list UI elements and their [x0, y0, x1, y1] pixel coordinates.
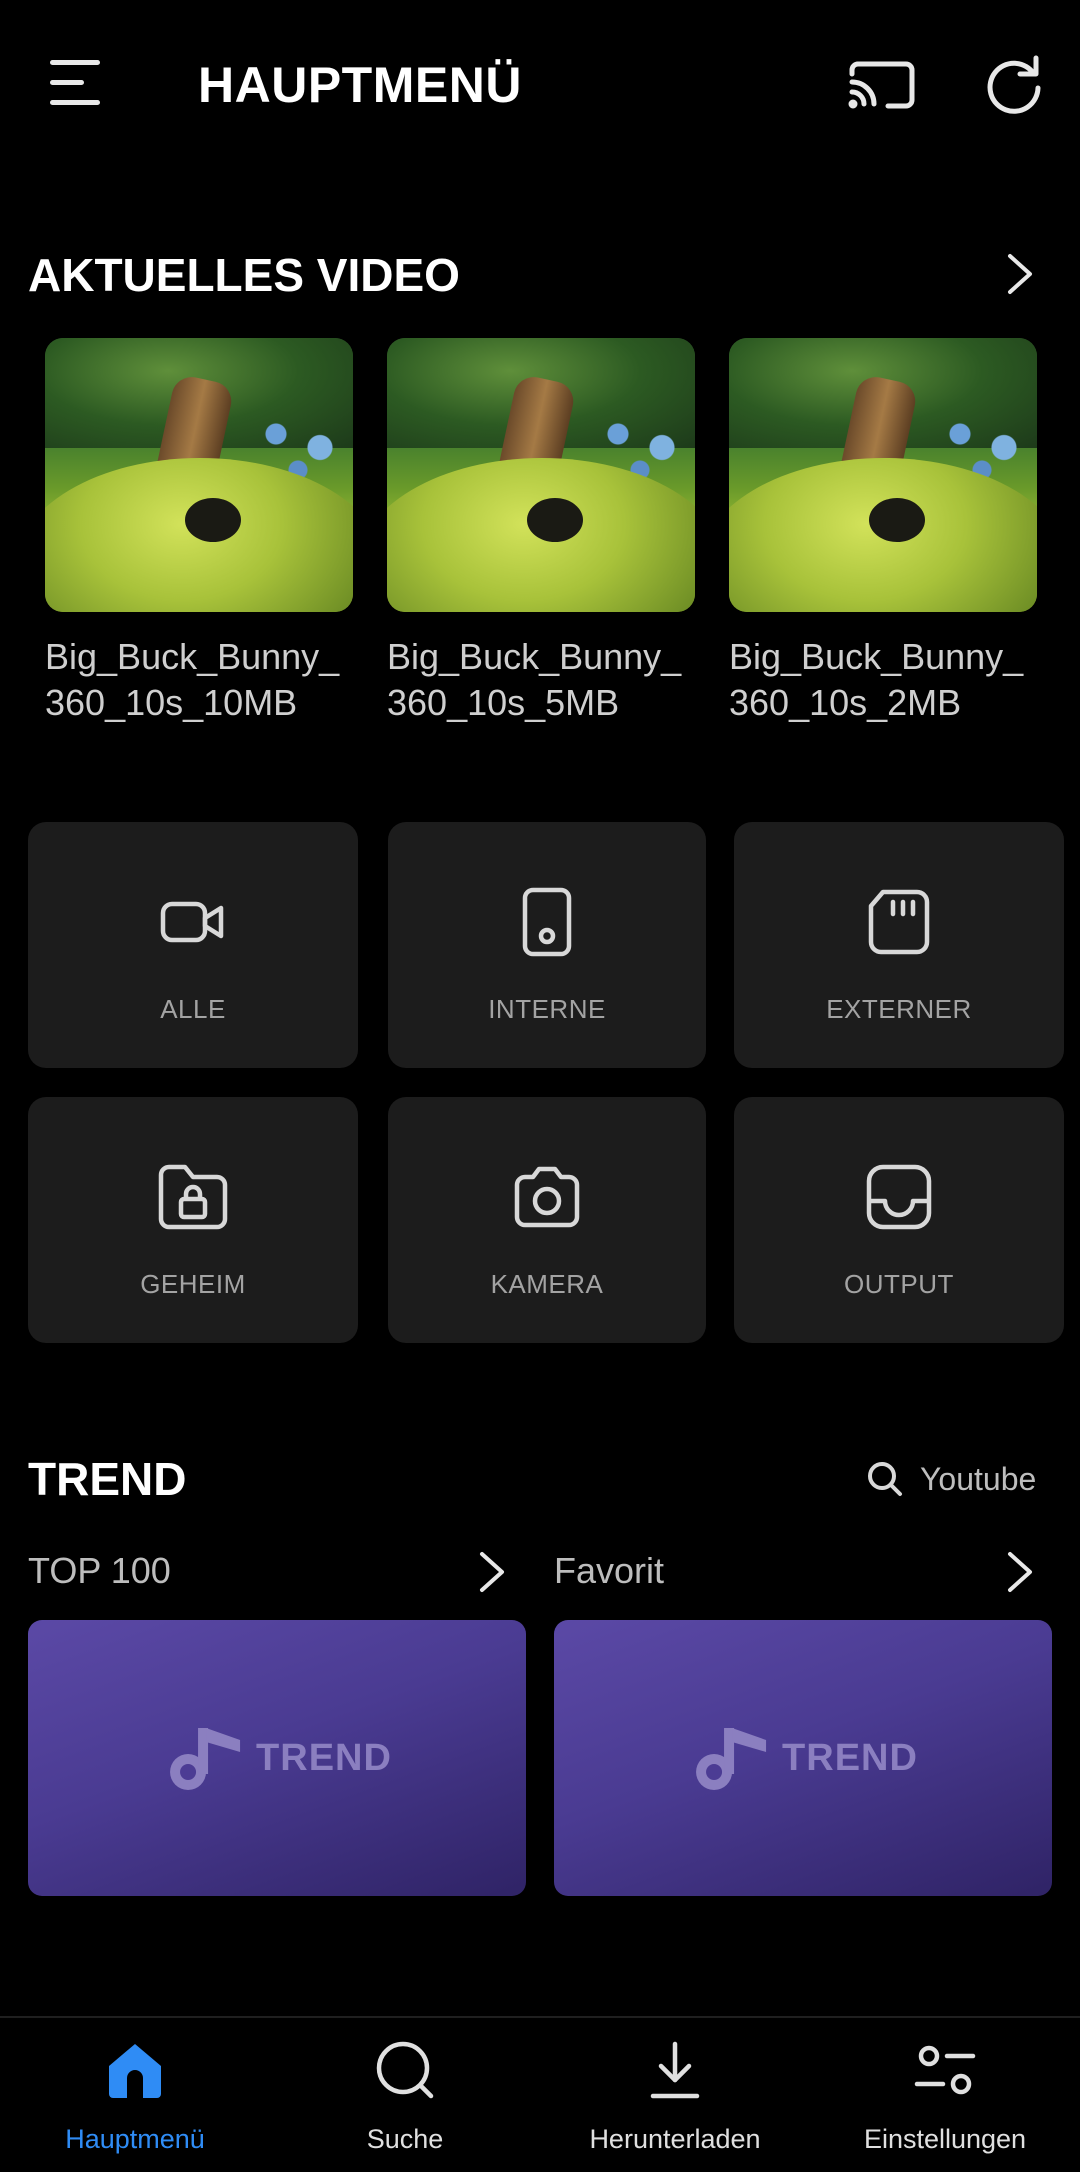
- category-secret[interactable]: GEHEIM: [28, 1097, 358, 1343]
- youtube-search-label: Youtube: [920, 1460, 1037, 1497]
- category-label: INTERNE: [488, 994, 606, 1024]
- bottom-nav: Hauptmenü Suche Herunterladen Einstellun…: [0, 2016, 1080, 2172]
- video-thumbnail[interactable]: [387, 338, 695, 612]
- category-all[interactable]: ALLE: [28, 822, 358, 1068]
- search-icon: [868, 1462, 902, 1496]
- category-label: OUTPUT: [844, 1269, 954, 1299]
- recent-videos-title: AKTUELLES VIDEO: [28, 249, 460, 301]
- favorite-card[interactable]: TREND: [554, 1620, 1052, 1896]
- recent-videos-more-icon[interactable]: [1000, 250, 1040, 298]
- category-internal[interactable]: INTERNE: [388, 822, 706, 1068]
- camera-icon: [514, 1166, 580, 1228]
- tray-icon: [866, 1164, 932, 1230]
- video-thumbnail[interactable]: [729, 338, 1037, 612]
- trend-logo: TREND: [162, 1722, 392, 1794]
- music-note-icon: [170, 1728, 241, 1790]
- refresh-icon[interactable]: [982, 52, 1046, 116]
- video-name: Big_Buck_Bunny_360_10s_10MB: [45, 636, 340, 723]
- trend-logo: TREND: [688, 1722, 918, 1794]
- search-icon: [376, 2041, 434, 2099]
- nav-label: Einstellungen: [863, 2124, 1027, 2154]
- locked-folder-icon: [158, 1164, 228, 1230]
- download-icon: [650, 2041, 700, 2099]
- video-name: Big_Buck_Bunny_360_10s_5MB: [387, 636, 682, 723]
- top100-card[interactable]: TREND: [28, 1620, 526, 1896]
- video-card[interactable]: Big_Buck_Bunny_360_10s_2MB: [729, 338, 1037, 726]
- youtube-search[interactable]: Youtube: [866, 1456, 1036, 1502]
- category-label: GEHEIM: [140, 1269, 246, 1299]
- video-card[interactable]: Big_Buck_Bunny_360_10s_5MB: [387, 338, 695, 726]
- nav-label: Hauptmenü: [65, 2124, 205, 2154]
- video-camera-icon: [160, 901, 224, 943]
- top100-title: TOP 100: [28, 1550, 171, 1591]
- cast-icon[interactable]: [848, 56, 916, 112]
- category-label: KAMERA: [490, 1269, 604, 1299]
- category-label: ALLE: [160, 994, 226, 1024]
- nav-settings[interactable]: Einstellungen: [810, 2018, 1080, 2172]
- category-output[interactable]: OUTPUT: [734, 1097, 1064, 1343]
- favorite-more-icon[interactable]: [1000, 1548, 1040, 1596]
- trend-logo-text: TREND: [782, 1736, 918, 1779]
- nav-home[interactable]: Hauptmenü: [0, 2018, 270, 2172]
- nav-search[interactable]: Suche: [270, 2018, 540, 2172]
- phone-icon: [522, 887, 572, 957]
- menu-icon[interactable]: [50, 58, 106, 108]
- favorite-title: Favorit: [554, 1550, 665, 1591]
- music-note-icon: [696, 1728, 767, 1790]
- category-label: EXTERNER: [826, 994, 972, 1024]
- video-thumbnail[interactable]: [45, 338, 353, 612]
- sd-card-icon: [868, 889, 930, 955]
- category-external[interactable]: EXTERNER: [734, 822, 1064, 1068]
- nav-label: Suche: [366, 2124, 444, 2154]
- settings-icon: [914, 2045, 976, 2095]
- trend-title: TREND: [28, 1453, 187, 1505]
- video-card[interactable]: Big_Buck_Bunny_360_10s_10MB: [45, 338, 353, 726]
- top-bar: HAUPTMENÜ: [0, 0, 1080, 170]
- nav-label: Herunterladen: [589, 2124, 761, 2154]
- video-name: Big_Buck_Bunny_360_10s_2MB: [729, 636, 1024, 723]
- home-icon: [109, 2044, 161, 2098]
- page-title: HAUPTMENÜ: [198, 57, 522, 113]
- top100-more-icon[interactable]: [472, 1548, 512, 1596]
- category-camera[interactable]: KAMERA: [388, 1097, 706, 1343]
- nav-download[interactable]: Herunterladen: [540, 2018, 810, 2172]
- trend-logo-text: TREND: [256, 1736, 392, 1779]
